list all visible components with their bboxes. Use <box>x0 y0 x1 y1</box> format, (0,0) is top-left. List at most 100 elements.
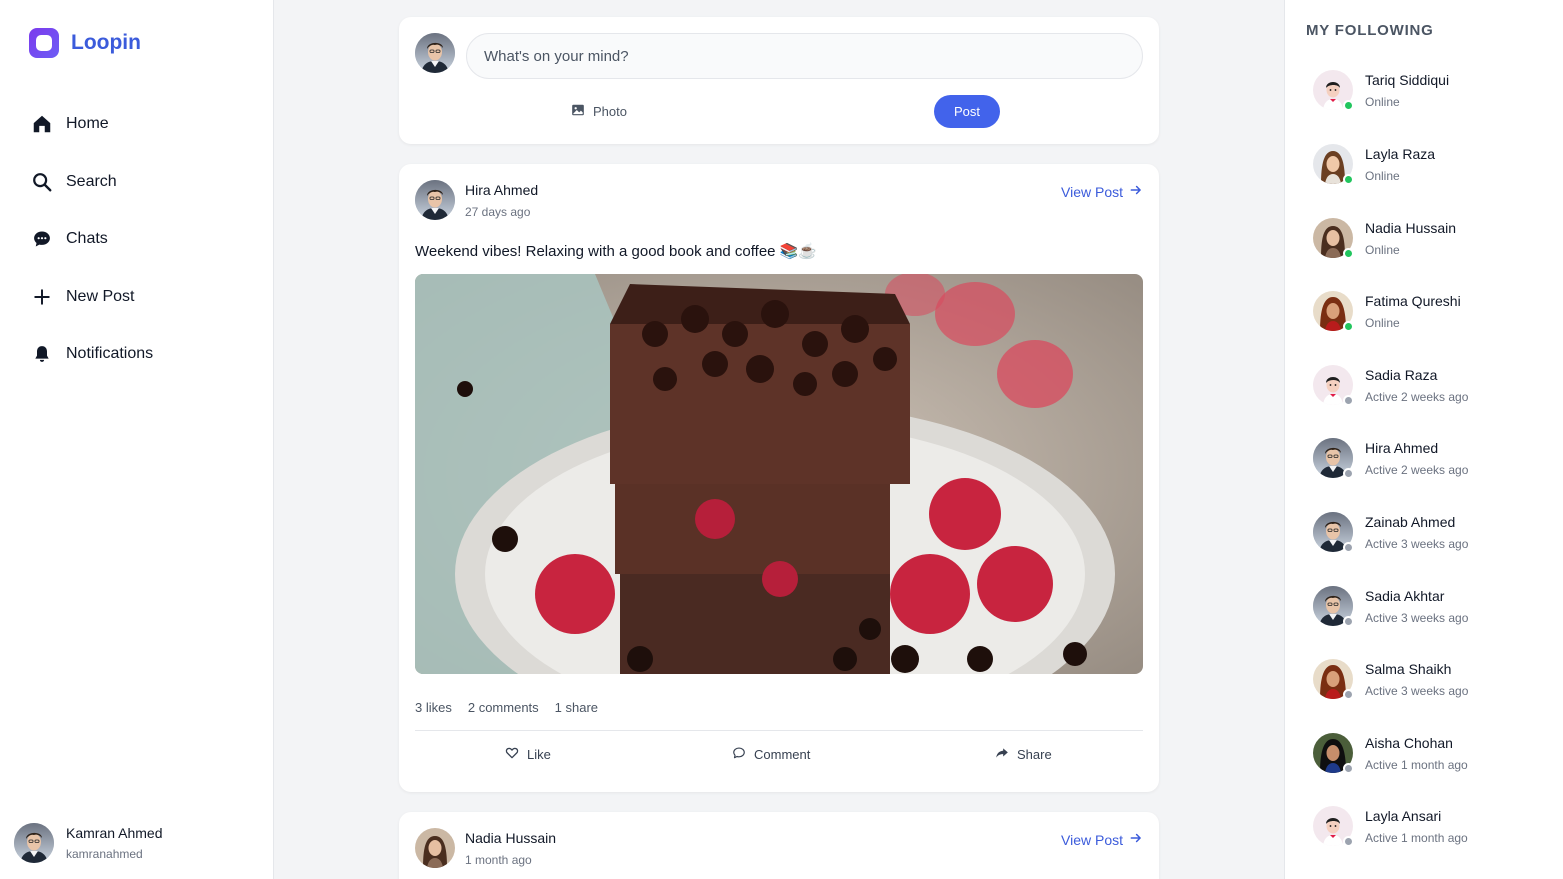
plus-icon <box>30 285 54 309</box>
avatar <box>1313 586 1354 627</box>
post-time: 1 month ago <box>465 852 532 867</box>
view-post-link[interactable]: View Post <box>1061 831 1143 848</box>
online-indicator <box>1343 100 1354 111</box>
comment-icon <box>732 746 746 763</box>
following-status: Active 1 month ago <box>1365 757 1468 772</box>
following-name: Sadia Raza <box>1365 366 1438 383</box>
following-title: MY FOLLOWING <box>1306 22 1434 39</box>
avatar <box>1313 144 1354 185</box>
following-status: Online <box>1365 168 1400 183</box>
following-item[interactable]: Salma Shaikh Active 3 weeks ago <box>1313 659 1469 700</box>
post-button[interactable]: Post <box>934 95 1000 128</box>
avatar <box>1313 218 1354 259</box>
shares-count: 1 share <box>554 700 599 715</box>
post-header: Nadia Hussain 1 month ago <box>415 828 556 868</box>
nav-label: Home <box>66 115 109 132</box>
main-nav: Home Search Chats New Post Notifications <box>30 104 153 392</box>
app-logo[interactable]: Loopin <box>29 28 141 58</box>
offline-indicator <box>1343 616 1354 627</box>
nav-item-new-post[interactable]: New Post <box>30 277 153 317</box>
following-item[interactable]: Sadia Akhtar Active 3 weeks ago <box>1313 586 1468 627</box>
home-icon <box>30 112 54 136</box>
following-name: Sadia Akhtar <box>1365 587 1445 604</box>
current-user-name: Kamran Ahmed <box>66 825 163 841</box>
avatar <box>1313 806 1354 847</box>
view-post-link[interactable]: View Post <box>1061 183 1143 200</box>
nav-label: Notifications <box>66 345 154 362</box>
post-card: Nadia Hussain 1 month ago View Post <box>399 812 1159 879</box>
arrow-right-icon <box>1129 831 1143 848</box>
avatar <box>14 823 54 863</box>
following-sidebar: MY FOLLOWING Tariq Siddiqui Online Layla … <box>1284 0 1563 879</box>
following-status: Active 3 weeks ago <box>1365 536 1469 551</box>
following-item[interactable]: Fatima Qureshi Online <box>1313 291 1461 332</box>
following-status: Active 2 weeks ago <box>1365 462 1469 477</box>
photo-button[interactable]: Photo <box>571 103 627 120</box>
heart-icon <box>505 746 519 763</box>
divider <box>415 730 1143 731</box>
avatar <box>1313 365 1354 406</box>
comment-button[interactable]: Comment <box>732 746 810 763</box>
likes-count[interactable]: 3 likes <box>415 700 452 715</box>
post-composer: Photo Post <box>399 17 1159 144</box>
following-item[interactable]: Hira Ahmed Active 2 weeks ago <box>1313 438 1469 479</box>
offline-indicator <box>1343 689 1354 700</box>
nav-label: New Post <box>66 287 135 305</box>
arrow-right-icon <box>1129 183 1143 200</box>
following-item[interactable]: Nadia Hussain Online <box>1313 218 1456 259</box>
following-status: Online <box>1365 315 1400 330</box>
like-button[interactable]: Like <box>505 746 551 763</box>
following-name: Layla Ansari <box>1365 807 1442 824</box>
following-name: Tariq Siddiqui <box>1365 71 1450 88</box>
share-label: Share <box>1017 747 1052 762</box>
avatar[interactable] <box>415 828 455 868</box>
post-image[interactable] <box>415 274 1143 674</box>
avatar <box>1313 438 1354 479</box>
nav-item-search[interactable]: Search <box>30 162 153 202</box>
like-label: Like <box>527 747 551 762</box>
following-item[interactable]: Sadia Raza Active 2 weeks ago <box>1313 365 1468 406</box>
following-item[interactable]: Layla Raza Online <box>1313 144 1436 185</box>
post-author[interactable]: Nadia Hussain <box>465 830 556 846</box>
share-button[interactable]: Share <box>995 746 1052 763</box>
logo-icon <box>29 28 59 58</box>
following-status: Active 3 weeks ago <box>1365 683 1469 698</box>
following-item[interactable]: Tariq Siddiqui Online <box>1313 70 1450 111</box>
following-name: Fatima Qureshi <box>1365 292 1461 309</box>
chat-icon <box>30 227 54 251</box>
nav-item-notifications[interactable]: Notifications <box>30 334 153 374</box>
post-time: 27 days ago <box>465 204 531 219</box>
current-user[interactable]: Kamran Ahmed kamranahmed <box>14 823 163 863</box>
online-indicator <box>1343 321 1354 332</box>
following-item[interactable]: Zainab Ahmed Active 3 weeks ago <box>1313 512 1469 553</box>
nav-item-chats[interactable]: Chats <box>30 219 153 259</box>
following-status: Online <box>1365 242 1400 257</box>
comment-label: Comment <box>754 747 811 762</box>
following-item[interactable]: Layla Ansari Active 1 month ago <box>1313 806 1468 847</box>
post-stats: 3 likes 2 comments 1 share <box>415 700 598 715</box>
offline-indicator <box>1343 763 1354 774</box>
composer-input[interactable] <box>466 33 1143 79</box>
offline-indicator <box>1343 395 1354 406</box>
comments-count[interactable]: 2 comments <box>468 700 539 715</box>
app-name: Loopin <box>71 31 141 54</box>
post-text: Weekend vibes! Relaxing with a good book… <box>415 243 818 260</box>
online-indicator <box>1343 248 1354 259</box>
bell-icon <box>30 342 54 366</box>
post-author[interactable]: Hira Ahmed <box>465 182 538 198</box>
avatar <box>1313 291 1354 332</box>
avatar <box>1313 733 1354 774</box>
avatar[interactable] <box>415 180 455 220</box>
following-item[interactable]: Aisha Chohan Active 1 month ago <box>1313 733 1468 774</box>
nav-label: Search <box>66 172 117 190</box>
offline-indicator <box>1343 542 1354 553</box>
following-name: Layla Raza <box>1365 145 1436 162</box>
image-icon <box>571 103 585 120</box>
post-header: Hira Ahmed 27 days ago <box>415 180 538 220</box>
offline-indicator <box>1343 468 1354 479</box>
avatar <box>1313 70 1354 111</box>
avatar <box>415 33 455 73</box>
current-user-username: kamranahmed <box>66 847 143 861</box>
following-name: Salma Shaikh <box>1365 660 1452 677</box>
nav-item-home[interactable]: Home <box>30 104 153 144</box>
